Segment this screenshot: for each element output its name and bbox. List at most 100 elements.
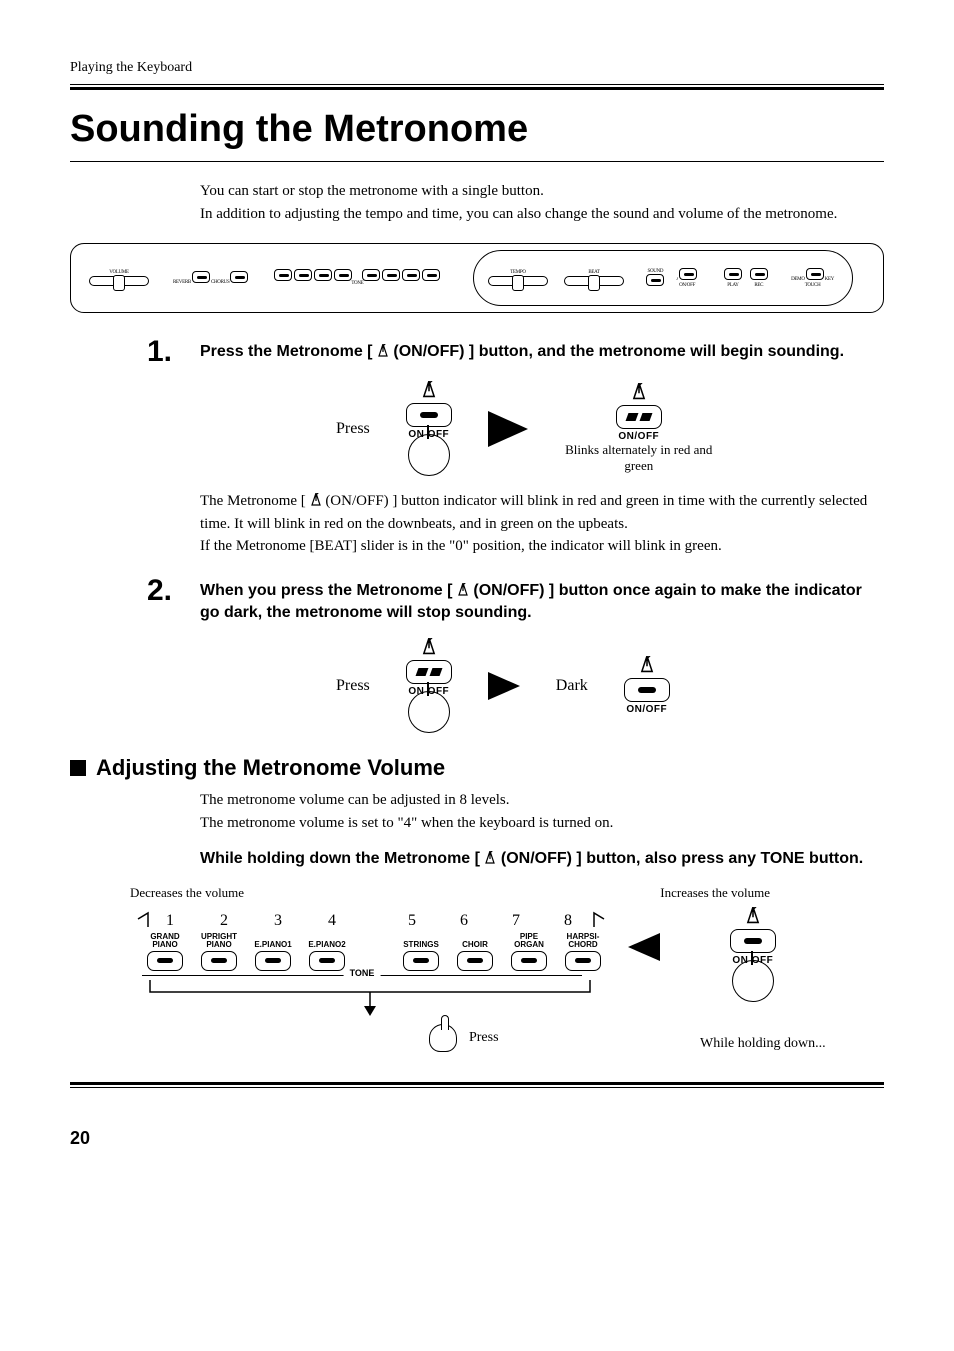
panel-rec-btn bbox=[750, 268, 768, 280]
step-2-text: When you press the Metronome [ (ON/OFF) … bbox=[200, 576, 884, 625]
panel-demo-btn bbox=[806, 268, 824, 280]
intro-line-2: In addition to adjusting the tempo and t… bbox=[200, 206, 837, 222]
intro-text: You can start or stop the metronome with… bbox=[200, 180, 884, 225]
metronome-icon: ♪ bbox=[676, 277, 678, 282]
dark-label: Dark bbox=[556, 677, 588, 695]
tone-button bbox=[201, 951, 237, 971]
metronome-icon bbox=[421, 381, 437, 399]
panel-beat-slider bbox=[564, 276, 624, 286]
tone-button bbox=[511, 951, 547, 971]
onoff-button-dark-icon bbox=[624, 678, 670, 702]
running-header: Playing the Keyboard bbox=[70, 60, 884, 76]
tone-harpsi-label: HARPSI-CHORD bbox=[558, 931, 608, 949]
tone-epiano1-label: E.PIANO1 bbox=[254, 931, 291, 949]
volume-body-2: The metronome volume is set to "4" when … bbox=[200, 815, 613, 831]
svg-text:2: 2 bbox=[220, 912, 228, 929]
panel-callout: TEMPO BEAT SOUND ♪ON/OFF PLAY REC DEMOKE… bbox=[473, 250, 853, 306]
svg-text:7: 7 bbox=[512, 912, 520, 929]
svg-text:3: 3 bbox=[274, 912, 282, 929]
step-2-figure: Press ON OFF Dark ON/OFF bbox=[200, 638, 884, 733]
step-1-text-a: Press the Metronome [ bbox=[200, 343, 377, 360]
arrow-right-icon bbox=[488, 672, 520, 700]
blink-caption: Blinks alternately in red and green bbox=[564, 442, 714, 474]
panel-tone-btn bbox=[274, 269, 292, 281]
tone-button bbox=[565, 951, 601, 971]
metronome-icon bbox=[421, 638, 437, 656]
tone-organ-label: PIPE ORGAN bbox=[504, 931, 554, 949]
volume-body: The metronome volume can be adjusted in … bbox=[200, 789, 884, 834]
subsection-heading: Adjusting the Metronome Volume bbox=[96, 755, 445, 781]
bracket-down-icon bbox=[140, 976, 600, 1016]
intro-line-1: You can start or stop the metronome with… bbox=[200, 183, 544, 199]
volume-figure: Decreases the volume Increases the volum… bbox=[130, 885, 884, 1052]
panel-tone-btn bbox=[314, 269, 332, 281]
press-indicator-icon bbox=[408, 434, 450, 476]
panel-chorus-btn bbox=[230, 271, 248, 283]
panel-diagram: VOLUME REVERB CHORUS TONE TEMPO BEAT bbox=[70, 243, 884, 313]
panel-rec-label: REC bbox=[754, 283, 763, 288]
metronome-icon bbox=[457, 583, 469, 597]
metronome-icon bbox=[377, 344, 389, 358]
press-label: Press bbox=[336, 420, 370, 438]
page-number: 20 bbox=[70, 1128, 884, 1149]
step-2-number: 2 bbox=[70, 576, 200, 625]
tone-button bbox=[147, 951, 183, 971]
tone-choir-label: CHOIR bbox=[462, 931, 488, 949]
panel-play-btn bbox=[724, 268, 742, 280]
arrow-right-icon bbox=[488, 411, 528, 447]
header-thick-rule bbox=[70, 87, 884, 90]
svg-text:5: 5 bbox=[408, 912, 416, 929]
tone-epiano2-label: E.PIANO2 bbox=[308, 931, 345, 949]
panel-reverb-label: REVERB bbox=[173, 280, 191, 285]
panel-tone-btn bbox=[382, 269, 400, 281]
square-bullet-icon bbox=[70, 760, 86, 776]
hold-caption: While holding down... bbox=[700, 1036, 826, 1052]
step-1-text-b: (ON/OFF) ] button, and the metronome wil… bbox=[393, 343, 844, 360]
panel-tone-btn bbox=[422, 269, 440, 281]
step-1-body-a: The Metronome [ bbox=[200, 493, 310, 509]
panel-demo-label: DEMO bbox=[791, 277, 805, 282]
onoff-button-icon bbox=[730, 929, 776, 953]
step-1: 1 Press the Metronome [ (ON/OFF) ] butto… bbox=[70, 337, 884, 367]
svg-text:8: 8 bbox=[564, 912, 572, 929]
footer-thick-rule bbox=[70, 1082, 884, 1085]
header-thin-rule bbox=[70, 84, 884, 85]
step-2-text-a: When you press the Metronome [ bbox=[200, 582, 457, 599]
panel-tone-label: TONE bbox=[351, 281, 363, 286]
press-label: Press bbox=[336, 677, 370, 695]
volume-instr-b: (ON/OFF) ] button, also press any TONE b… bbox=[501, 850, 863, 867]
panel-tone-btn bbox=[402, 269, 420, 281]
tone-button bbox=[457, 951, 493, 971]
panel-onoff-label: ON/OFF bbox=[679, 283, 695, 288]
tone-section-label: TONE bbox=[344, 968, 381, 978]
panel-onoff-btn bbox=[679, 268, 697, 280]
svg-text:6: 6 bbox=[460, 912, 468, 929]
step-1-figure: Press ON OFF ON/OFF Blinks alternately i… bbox=[200, 381, 884, 476]
onoff-button-blinking-icon bbox=[616, 405, 662, 429]
step-1-text: Press the Metronome [ (ON/OFF) ] button,… bbox=[200, 337, 884, 367]
increase-label: Increases the volume bbox=[660, 885, 770, 901]
title-rule bbox=[70, 161, 884, 162]
volume-instruction: While holding down the Metronome [ (ON/O… bbox=[200, 848, 884, 870]
tone-button bbox=[309, 951, 345, 971]
metronome-icon bbox=[310, 493, 322, 507]
metronome-icon bbox=[484, 851, 496, 865]
arrow-left-icon bbox=[628, 933, 660, 961]
panel-play-label: PLAY bbox=[727, 283, 738, 288]
volume-body-1: The metronome volume can be adjusted in … bbox=[200, 792, 510, 808]
step-1-body-2: If the Metronome [BEAT] slider is in the… bbox=[200, 538, 722, 554]
step-1-body: The Metronome [ (ON/OFF) ] button indica… bbox=[200, 490, 884, 558]
panel-sound-btn bbox=[646, 274, 664, 286]
panel-volume-slider bbox=[89, 276, 149, 286]
tone-strings-label: STRINGS bbox=[403, 931, 439, 949]
onoff-label: ON/OFF bbox=[626, 704, 667, 715]
volume-range-arrows: 1 2 3 4 5 6 7 8 bbox=[136, 907, 606, 931]
metronome-icon bbox=[631, 383, 647, 401]
decrease-label: Decreases the volume bbox=[130, 885, 244, 901]
step-2: 2 When you press the Metronome [ (ON/OFF… bbox=[70, 576, 884, 625]
page-title: Sounding the Metronome bbox=[70, 108, 884, 151]
hand-press-icon bbox=[429, 1024, 457, 1052]
subsection-heading-row: Adjusting the Metronome Volume bbox=[70, 755, 884, 781]
volume-instr-a: While holding down the Metronome [ bbox=[200, 850, 484, 867]
tone-button bbox=[403, 951, 439, 971]
